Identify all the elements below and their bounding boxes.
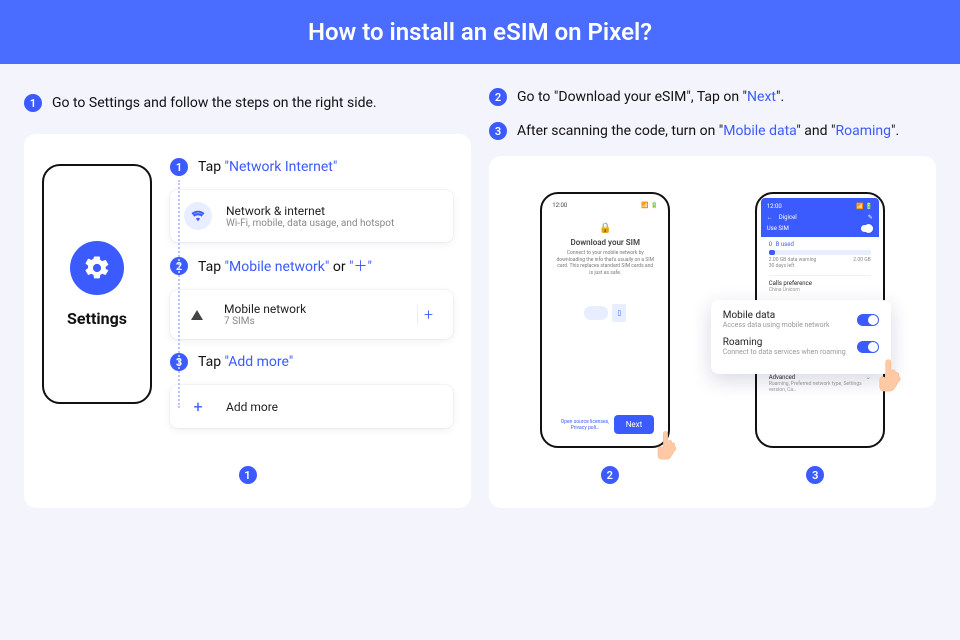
download-sim-title: Download your SIM [571,238,640,247]
phone-settings-mock: Settings [42,164,152,404]
calls-preference-row[interactable]: Calls preference China Unicom [769,275,871,297]
step-badge: 2 [489,88,507,106]
right-column: 2 Go to "Download your eSIM", Tap on "Ne… [489,88,936,508]
download-illustration: ▯ [584,304,626,322]
card-title: Mobile network [224,302,306,316]
roaming-label: Roaming [723,337,846,348]
lock-icon: 🔒 [599,223,611,234]
signal-icon [191,310,203,320]
panel-2: 12:00 📶🔋 🔒 Download your SIM Connect to … [489,156,936,508]
usage-bar [769,250,871,255]
page-header: How to install an eSIM on Pixel? [0,0,960,64]
intro-step-3: 3 After scanning the code, turn on "Mobi… [489,122,936,140]
use-sim-toggle[interactable] [861,225,873,232]
sim-icon: ▯ [612,304,626,322]
page-title: How to install an eSIM on Pixel? [308,18,652,46]
intro-step-1: 1 Go to Settings and follow the steps on… [24,94,471,112]
substep-3: 3 Tap "Add more" [170,353,453,371]
use-sim-label: Use SIM [767,225,789,232]
substep-2: 2 Tap "Mobile network" or "＋" [170,256,453,276]
steps-list: 1 Tap "Network Internet" Network & inter… [170,158,453,428]
plus-icon: + [184,397,212,416]
panel-1: Settings 1 Tap "Network Internet" N [24,134,471,508]
card-subtitle: 7 SIMs [224,316,306,327]
network-internet-card[interactable]: Network & internet Wi-Fi, mobile, data u… [170,190,453,242]
carrier-name: Digicel [779,214,797,221]
step-badge: 1 [170,158,188,176]
mobile-data-overlay: Mobile data Access data using mobile net… [711,300,891,374]
roaming-sub: Connect to data services when roaming [723,348,846,356]
edit-icon[interactable]: ✎ [868,214,873,221]
step-badge: 3 [489,122,507,140]
back-arrow-icon[interactable]: ← [767,214,773,221]
intro-text: Go to Settings and follow the steps on t… [52,95,377,111]
main-content: 1 Go to Settings and follow the steps on… [0,64,960,532]
status-bar: 12:00 📶🔋 [548,200,662,211]
panel-3-number: 3 [806,466,824,484]
status-time: 12:00 [767,203,782,210]
step-badge: 1 [24,94,42,112]
panel-2-number: 2 [601,466,619,484]
dotted-connector [178,180,180,408]
mobile-data-sub: Access data using mobile network [723,321,830,329]
substep-1: 1 Tap "Network Internet" [170,158,453,176]
plus-icon[interactable]: + [417,305,439,324]
intro-step-2: 2 Go to "Download your eSIM", Tap on "Ne… [489,88,936,106]
cloud-icon [584,306,608,320]
license-link[interactable]: Open source licenses, Privacy poli… [556,419,613,431]
pointing-hand-icon [654,430,680,460]
card-subtitle: Wi-Fi, mobile, data usage, and hotspot [226,218,394,229]
mobile-data-label: Mobile data [723,310,830,321]
download-sim-desc: Connect to your mobile network by downlo… [556,250,654,276]
wifi-icon [184,202,212,230]
next-button[interactable]: Next [614,415,655,434]
status-icons: 📶 🔋 [856,203,872,210]
mobile-network-card[interactable]: Mobile network 7 SIMs + [170,290,453,339]
phone-download-sim: 12:00 📶🔋 🔒 Download your SIM Connect to … [540,192,670,448]
pointing-hand-icon [875,358,905,392]
roaming-toggle[interactable] [857,341,879,353]
mobile-data-toggle[interactable] [857,314,879,326]
status-icons: 📶🔋 [639,202,658,209]
left-column: 1 Go to Settings and follow the steps on… [24,88,471,508]
settings-label: Settings [67,309,127,328]
card-title: Add more [226,400,278,414]
gear-icon [70,241,124,295]
card-title: Network & internet [226,204,394,218]
add-more-card[interactable]: + Add more [170,385,453,428]
panel-1-number: 1 [239,446,257,485]
chevron-down-icon: ⌄ [866,374,871,393]
